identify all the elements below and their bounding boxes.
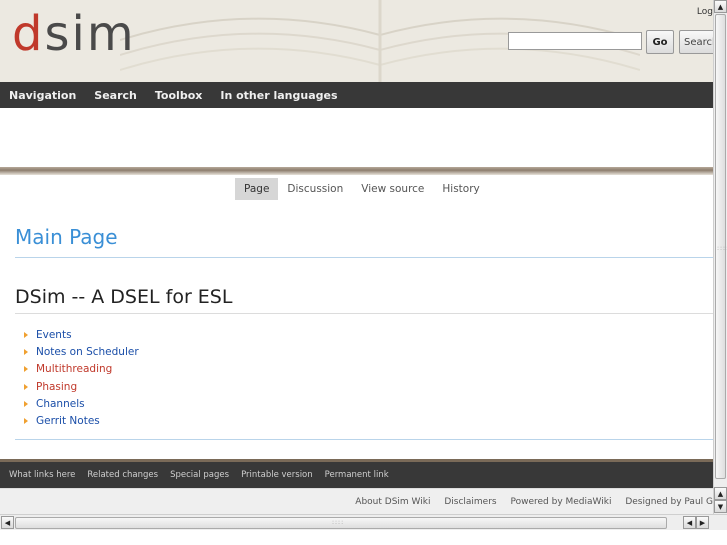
nav-navigation[interactable]: Navigation (9, 89, 76, 102)
nav-search[interactable]: Search (94, 89, 137, 102)
horizontal-scroll-thumb[interactable]: :::: (15, 517, 667, 529)
content-link-list: Events Notes on Scheduler Multithreading… (24, 326, 139, 430)
section-heading: DSim -- A DSEL for ESL (15, 286, 233, 308)
scroll-left-secondary-icon[interactable]: ◀ (683, 516, 696, 529)
list-item: Multithreading (24, 361, 139, 378)
bullet-arrow-icon (24, 418, 28, 425)
section-divider (15, 313, 713, 314)
window-bottom-edge (0, 530, 727, 545)
footer-info-bar: About DSim Wiki Disclaimers Powered by M… (0, 488, 713, 515)
logo-prefix: d (12, 6, 45, 62)
bullet-arrow-icon (24, 383, 28, 390)
footer-what-links-here[interactable]: What links here (9, 470, 75, 480)
title-divider (15, 257, 713, 258)
list-item: Events (24, 326, 139, 343)
link-gerrit-notes[interactable]: Gerrit Notes (36, 415, 100, 427)
scroll-right-icon[interactable]: ▶ (696, 516, 709, 529)
vertical-scrollbar[interactable]: ▲ :::: ▲ ▼ (713, 0, 727, 514)
nav-toolbox[interactable]: Toolbox (155, 89, 202, 102)
link-phasing[interactable]: Phasing (36, 381, 77, 393)
link-multithreading[interactable]: Multithreading (36, 363, 112, 375)
grip-icon: :::: (332, 519, 345, 526)
nav-other-languages[interactable]: In other languages (220, 89, 337, 102)
content-bottom-divider (15, 439, 713, 440)
bullet-arrow-icon (24, 366, 28, 373)
footer-disclaimers[interactable]: Disclaimers (444, 497, 496, 507)
list-item: Notes on Scheduler (24, 343, 139, 360)
bullet-arrow-icon (24, 400, 28, 407)
footer-info-links: About DSim Wiki Disclaimers Powered by M… (344, 497, 713, 507)
scroll-up-icon[interactable]: ▲ (714, 0, 727, 13)
footer-related-changes[interactable]: Related changes (87, 470, 158, 480)
tab-history[interactable]: History (433, 178, 488, 200)
footer-permanent-link[interactable]: Permanent link (325, 470, 389, 480)
footer-special-pages[interactable]: Special pages (170, 470, 229, 480)
tab-page[interactable]: Page (235, 178, 279, 200)
dropdown-panel (0, 108, 713, 168)
link-events[interactable]: Events (36, 329, 72, 341)
scroll-left-icon[interactable]: ◀ (1, 516, 14, 529)
footer-about[interactable]: About DSim Wiki (355, 497, 430, 507)
link-notes-on-scheduler[interactable]: Notes on Scheduler (36, 346, 139, 358)
vertical-scroll-thumb[interactable]: :::: (715, 14, 727, 479)
footer-powered-by[interactable]: Powered by MediaWiki (510, 497, 611, 507)
tab-discussion[interactable]: Discussion (278, 178, 352, 200)
portlet-navbar: Navigation Search Toolbox In other langu… (0, 82, 713, 108)
footer-toolbox-bar: What links here Related changes Special … (0, 459, 713, 488)
site-header: dsim Log Go Search (0, 0, 713, 82)
bullet-arrow-icon (24, 331, 28, 338)
scroll-up-secondary-icon[interactable]: ▲ (714, 487, 727, 500)
list-item: Channels (24, 395, 139, 412)
logo-suffix: sim (44, 6, 136, 62)
footer-printable-version[interactable]: Printable version (241, 470, 313, 480)
page-tabs: Page Discussion View source History (235, 178, 489, 200)
footer-designed-by[interactable]: Designed by Paul G (625, 497, 713, 507)
search-button[interactable]: Search (679, 30, 713, 54)
search-input[interactable] (508, 32, 642, 50)
link-channels[interactable]: Channels (36, 398, 85, 410)
go-button[interactable]: Go (646, 30, 674, 54)
list-item: Phasing (24, 378, 139, 395)
bullet-arrow-icon (24, 348, 28, 355)
tab-view-source[interactable]: View source (352, 178, 433, 200)
horizontal-scrollbar[interactable]: ◀ :::: ◀ ▶ (0, 514, 727, 530)
grip-icon: :::: (717, 245, 727, 252)
page-title: Main Page (15, 225, 118, 249)
list-item: Gerrit Notes (24, 412, 139, 429)
site-logo[interactable]: dsim (12, 2, 136, 66)
login-link[interactable]: Log (697, 7, 713, 17)
header-divider-stripe (0, 167, 713, 175)
scroll-down-icon[interactable]: ▼ (714, 500, 727, 513)
